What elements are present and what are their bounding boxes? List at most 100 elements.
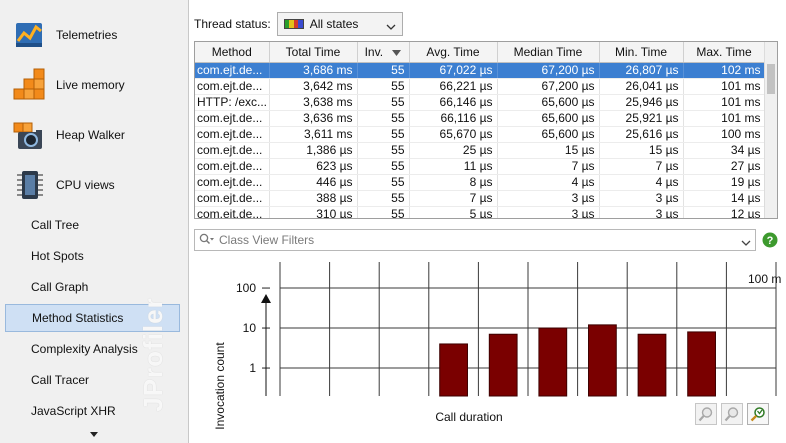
method-cell: com.ejt.de... bbox=[195, 126, 270, 143]
total-time-cell: 310 µs bbox=[269, 206, 358, 218]
table-row[interactable]: com.ejt.de... 3,611 ms 55 65,670 µs 65,600 µ… bbox=[195, 126, 766, 143]
thread-status-label: Thread status: bbox=[194, 17, 271, 31]
zoom-toolbar bbox=[695, 403, 769, 425]
method-cell: com.ejt.de... bbox=[195, 174, 270, 191]
median-time-cell: 67,200 µs bbox=[497, 62, 600, 79]
sidebar-item-label: Method Statistics bbox=[32, 311, 124, 325]
invocations-cell: 55 bbox=[357, 142, 410, 159]
sidebar-item-label: Call Tree bbox=[31, 218, 80, 232]
invocations-cell: 55 bbox=[357, 174, 410, 191]
table-header-row: Method Total Time Inv. Avg. Time Median … bbox=[195, 42, 766, 63]
zoom-out-icon bbox=[724, 407, 739, 422]
histogram-bar bbox=[439, 343, 468, 397]
method-cell: com.ejt.de... bbox=[195, 190, 270, 207]
table-row[interactable]: com.ejt.de... 446 µs 55 8 µs 4 µs 4 µs 19 µs bbox=[195, 174, 766, 191]
method-cell: com.ejt.de... bbox=[195, 142, 270, 159]
min-time-cell: 3 µs bbox=[599, 206, 684, 218]
max-time-cell: 101 ms bbox=[683, 78, 766, 95]
column-header-median-time[interactable]: Median Time bbox=[497, 42, 600, 63]
avg-time-cell: 25 µs bbox=[409, 142, 498, 159]
invocations-cell: 55 bbox=[357, 94, 410, 111]
max-time-cell: 12 µs bbox=[683, 206, 766, 218]
total-time-cell: 3,686 ms bbox=[269, 62, 358, 79]
scrollbar-thumb[interactable] bbox=[767, 64, 775, 94]
min-time-cell: 25,946 µs bbox=[599, 94, 684, 111]
avg-time-cell: 66,146 µs bbox=[409, 94, 498, 111]
method-cell: com.ejt.de... bbox=[195, 110, 270, 127]
thread-status-bar: Thread status: All states bbox=[194, 12, 403, 36]
table-row[interactable]: com.ejt.de... 3,636 ms 55 66,116 µs 65,600 µ… bbox=[195, 110, 766, 127]
sidebar-item-label: CPU views bbox=[56, 178, 115, 192]
median-time-cell: 65,600 µs bbox=[497, 94, 600, 111]
table-row[interactable]: com.ejt.de... 310 µs 55 5 µs 3 µs 3 µs 12 µs bbox=[195, 206, 766, 218]
median-time-cell: 4 µs bbox=[497, 174, 600, 191]
avg-time-cell: 5 µs bbox=[409, 206, 498, 218]
sidebar-item-live-memory[interactable]: Live memory bbox=[0, 61, 188, 109]
column-header-method[interactable]: Method bbox=[195, 42, 270, 63]
table-row[interactable]: HTTP: /exc... 3,638 ms 55 66,146 µs 65,600 µ… bbox=[195, 94, 766, 111]
method-statistics-view: Thread status: All states Method Total T… bbox=[190, 0, 786, 443]
svg-text:?: ? bbox=[767, 235, 774, 247]
median-time-cell: 65,600 µs bbox=[497, 126, 600, 143]
min-time-cell: 26,041 µs bbox=[599, 78, 684, 95]
class-view-filter-input[interactable] bbox=[219, 233, 739, 247]
median-time-cell: 7 µs bbox=[497, 158, 600, 175]
total-time-cell: 388 µs bbox=[269, 190, 358, 207]
max-time-cell: 27 µs bbox=[683, 158, 766, 175]
y-axis-label: Invocation count bbox=[213, 342, 227, 430]
invocations-cell: 55 bbox=[357, 126, 410, 143]
method-cell: com.ejt.de... bbox=[195, 62, 270, 79]
max-time-cell: 102 ms bbox=[683, 62, 766, 79]
x-axis-annotation: 100 m bbox=[748, 272, 781, 286]
min-time-cell: 26,807 µs bbox=[599, 62, 684, 79]
table-row[interactable]: com.ejt.de... 623 µs 55 11 µs 7 µs 7 µs 27 µs bbox=[195, 158, 766, 175]
sidebar-item-label: Complexity Analysis bbox=[31, 342, 138, 356]
sidebar-item-cpu-views[interactable]: CPU views bbox=[0, 161, 188, 209]
table-row[interactable]: com.ejt.de... 1,386 µs 55 25 µs 15 µs 15 µs 34… bbox=[195, 142, 766, 159]
total-time-cell: 446 µs bbox=[269, 174, 358, 191]
sidebar-item-label: Hot Spots bbox=[31, 249, 84, 263]
histogram-bar bbox=[588, 324, 617, 397]
method-statistics-table[interactable]: Method Total Time Inv. Avg. Time Median … bbox=[194, 41, 778, 219]
avg-time-cell: 7 µs bbox=[409, 190, 498, 207]
sidebar-item-hot-spots[interactable]: Hot Spots bbox=[5, 242, 180, 270]
column-header-total-time[interactable]: Total Time bbox=[269, 42, 358, 63]
jprofiler-watermark: JProfiler bbox=[137, 296, 168, 412]
avg-time-cell: 66,221 µs bbox=[409, 78, 498, 95]
avg-time-cell: 66,116 µs bbox=[409, 110, 498, 127]
sidebar-item-label: Telemetries bbox=[56, 28, 118, 42]
sidebar-item-heap-walker[interactable]: Heap Walker bbox=[0, 111, 188, 159]
column-header-max-time[interactable]: Max. Time bbox=[683, 42, 766, 63]
min-time-cell: 15 µs bbox=[599, 142, 684, 159]
x-axis-label: Call duration bbox=[435, 410, 502, 424]
chevron-down-icon[interactable] bbox=[741, 236, 751, 250]
invocations-cell: 55 bbox=[357, 78, 410, 95]
help-icon[interactable]: ? bbox=[762, 232, 778, 248]
sidebar-item-call-tree[interactable]: Call Tree bbox=[5, 211, 180, 239]
sidebar-item-telemetries[interactable]: Telemetries bbox=[0, 11, 188, 59]
zoom-out-button[interactable] bbox=[721, 403, 743, 425]
column-header-avg-time[interactable]: Avg. Time bbox=[409, 42, 498, 63]
search-icon[interactable] bbox=[199, 233, 215, 248]
table-vertical-scrollbar[interactable] bbox=[764, 42, 777, 218]
table-row[interactable]: com.ejt.de... 3,686 ms 55 67,022 µs 67,200 µ… bbox=[195, 62, 766, 79]
y-tick-label: 1 bbox=[249, 361, 256, 375]
table-row[interactable]: com.ejt.de... 388 µs 55 7 µs 3 µs 3 µs 14 µs bbox=[195, 190, 766, 207]
method-cell: com.ejt.de... bbox=[195, 206, 270, 218]
avg-time-cell: 65,670 µs bbox=[409, 126, 498, 143]
max-time-cell: 19 µs bbox=[683, 174, 766, 191]
column-header-invocations[interactable]: Inv. bbox=[357, 42, 410, 63]
sort-descending-icon bbox=[392, 49, 402, 56]
min-time-cell: 25,616 µs bbox=[599, 126, 684, 143]
thread-status-dropdown[interactable]: All states bbox=[276, 12, 403, 36]
median-time-cell: 67,200 µs bbox=[497, 78, 600, 95]
zoom-fit-button[interactable] bbox=[747, 403, 769, 425]
histogram-bar bbox=[538, 327, 568, 397]
sidebar-item-label: Live memory bbox=[56, 78, 125, 92]
column-header-min-time[interactable]: Min. Time bbox=[599, 42, 684, 63]
zoom-in-button[interactable] bbox=[695, 403, 717, 425]
scroll-down-arrow-icon[interactable] bbox=[88, 428, 100, 438]
live-memory-icon bbox=[12, 67, 48, 103]
y-tick-label: 10 bbox=[243, 321, 257, 335]
table-row[interactable]: com.ejt.de... 3,642 ms 55 66,221 µs 67,200 µ… bbox=[195, 78, 766, 95]
